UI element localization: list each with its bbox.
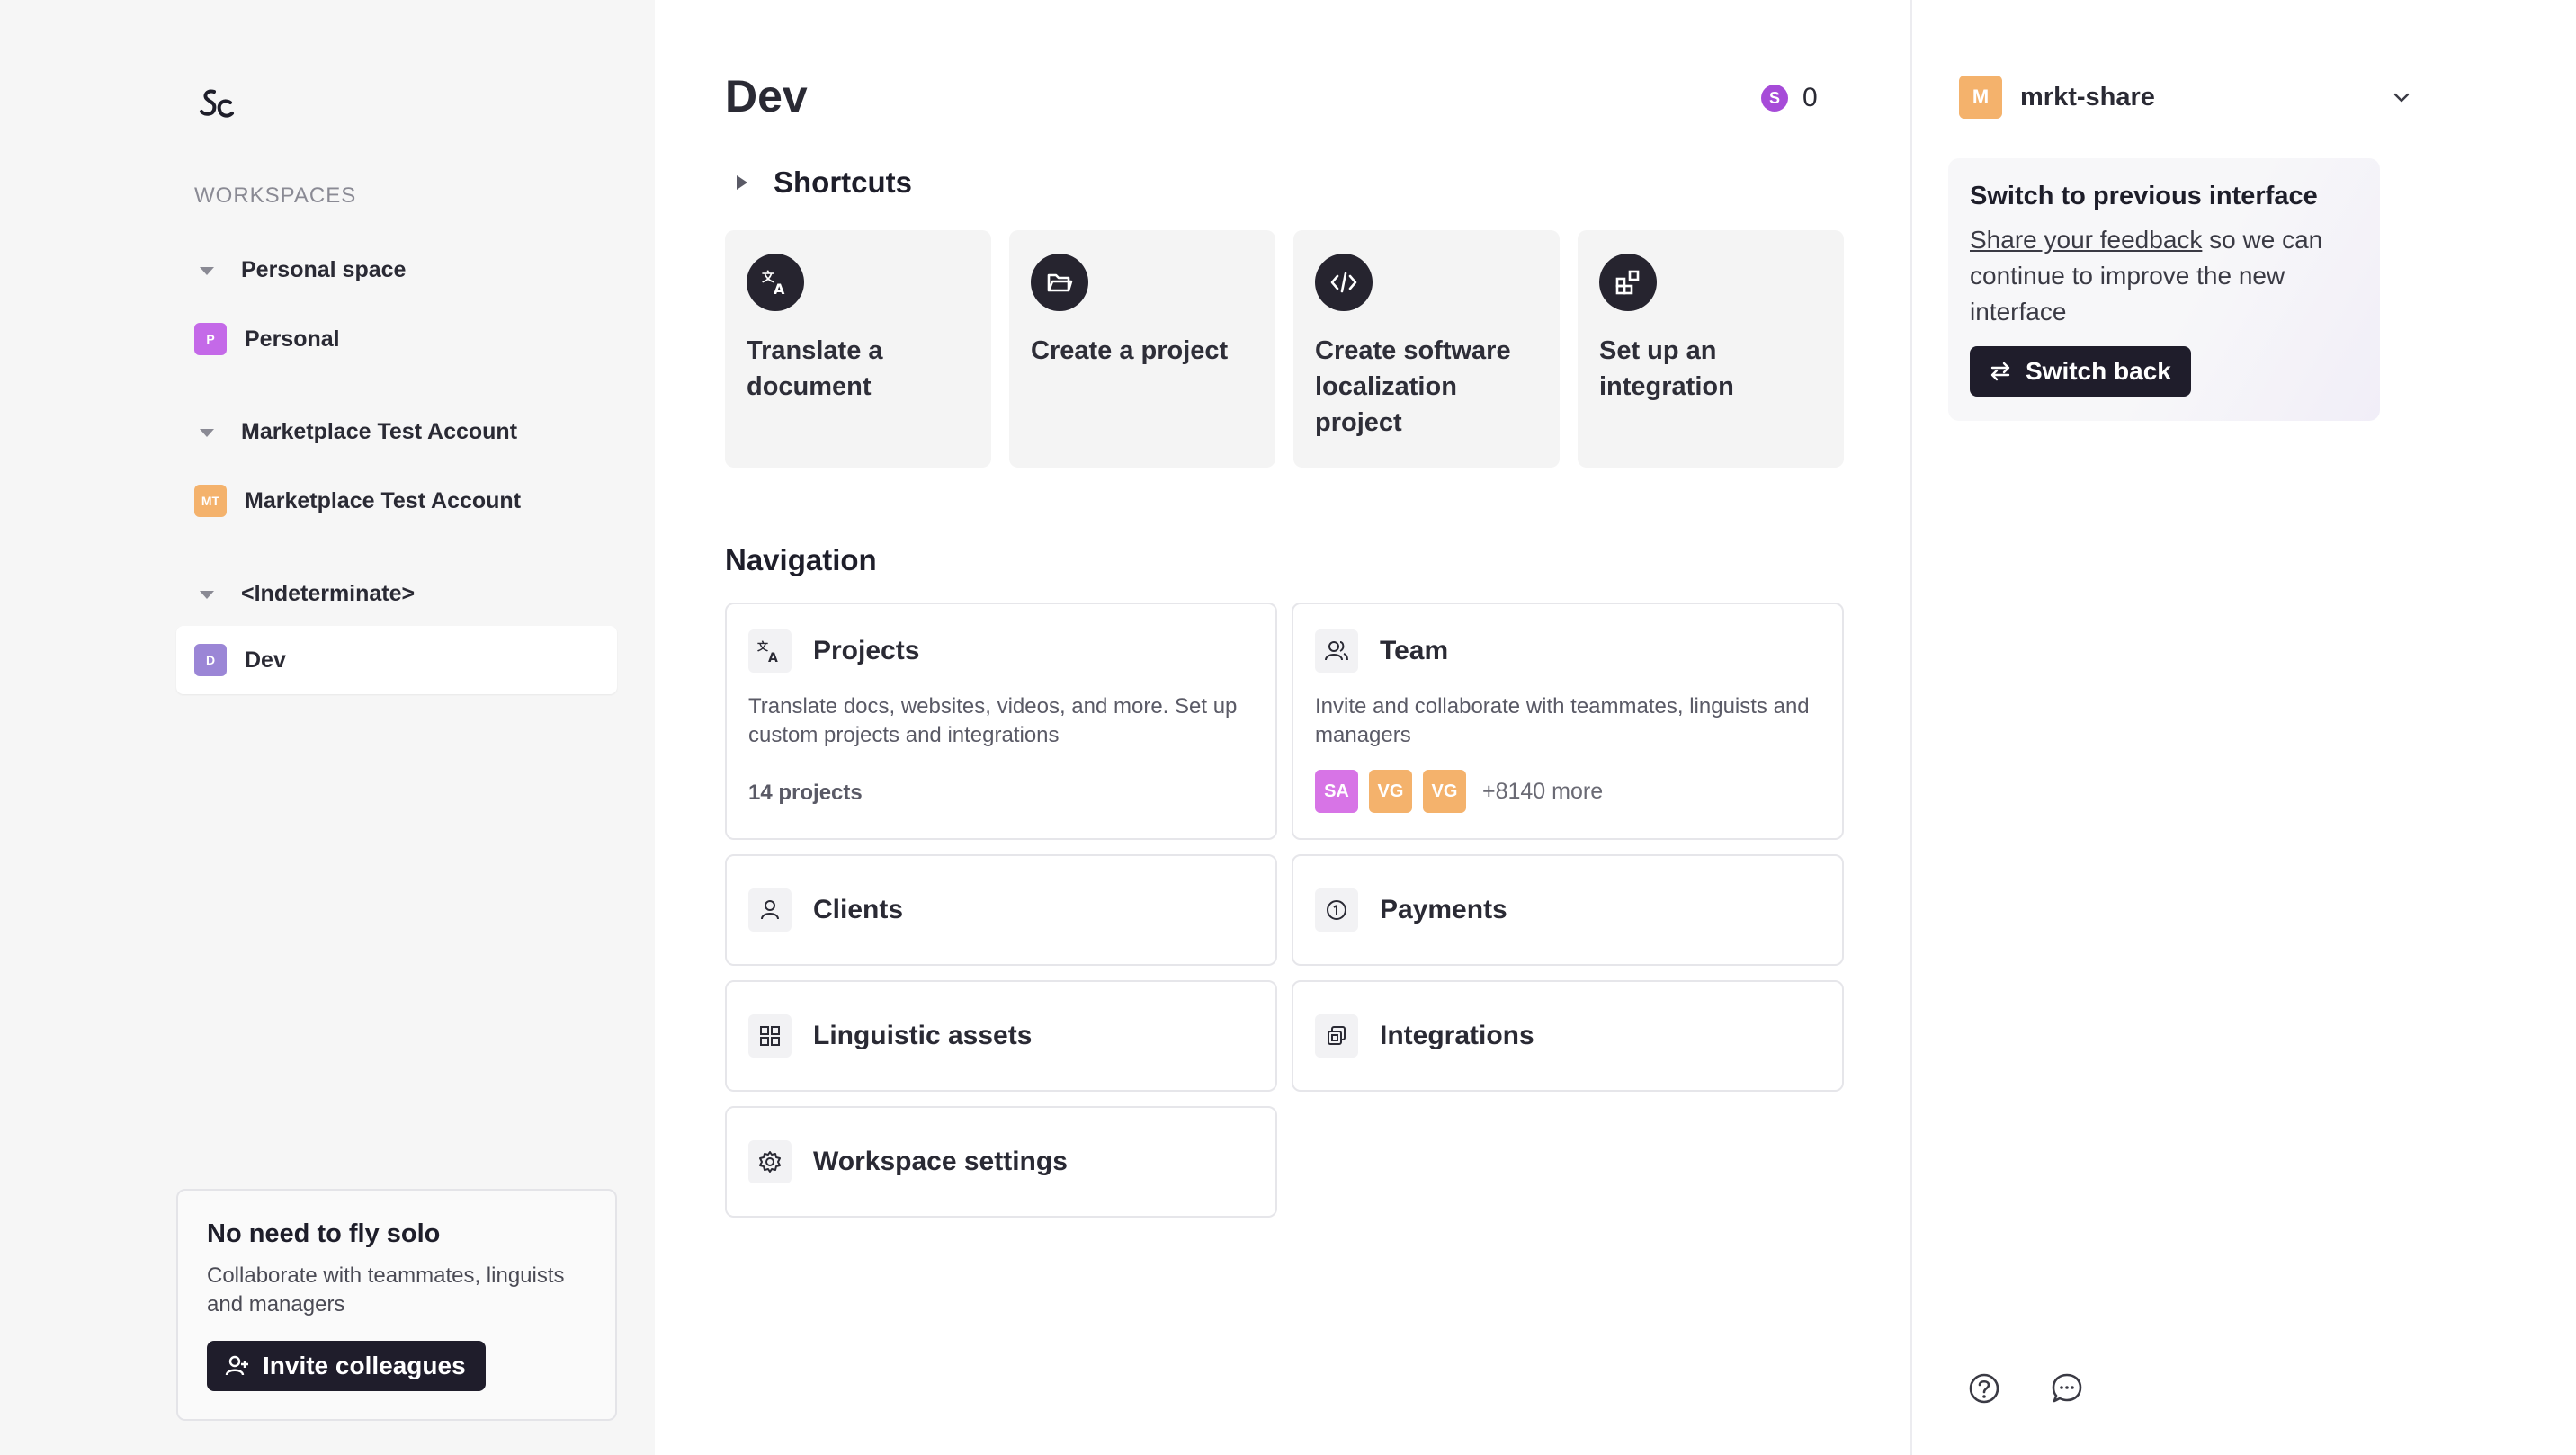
payment-icon [1315,888,1358,932]
card-title: Clients [813,895,904,924]
bottom-toolbar [1966,1370,2132,1406]
switch-title: Switch to previous interface [1970,182,2318,210]
switch-back-button[interactable]: Switch back [1970,346,2191,397]
avatar[interactable]: VG [1369,770,1412,813]
group-label: Personal space [241,257,407,282]
switch-text: Share your feedback so we can continue t… [1970,222,2358,330]
chevron-down-icon [2393,93,2410,103]
svg-text:A: A [774,281,785,298]
app-logo[interactable] [194,83,237,126]
page-title: Dev [725,71,808,121]
credits-icon: S [1761,85,1788,112]
shortcut-label: Set up an integration [1599,336,1734,401]
card-title: Payments [1380,895,1507,924]
workspace-item-marketplace[interactable]: MT Marketplace Test Account [176,467,617,535]
code-icon [1315,254,1373,311]
credits-counter[interactable]: S 0 [1761,83,1818,113]
group-label: Marketplace Test Account [241,419,518,444]
workspaces-heading: WORKSPACES [194,183,357,208]
grid-icon [748,1014,792,1058]
caret-down-icon [200,428,214,437]
switch-interface-card: Switch to previous interface Share your … [1948,158,2380,421]
integrations-icon [1315,1014,1358,1058]
main-content: Dev S 0 Shortcuts 文 A Translate a docume… [655,0,1910,1455]
card-title: Linguistic assets [813,1021,1033,1050]
user-icon [748,888,792,932]
right-panel: M mrkt-share Switch to previous interfac… [1910,0,2576,1455]
sidebar: WORKSPACES Personal space P Personal Mar… [0,0,655,1455]
projects-count: 14 projects [748,781,863,805]
swap-icon [1990,362,2010,381]
card-title: Workspace settings [813,1147,1068,1176]
navigation-heading: Navigation [725,543,877,576]
translate-icon: 文 A [748,629,792,673]
avatar[interactable]: VG [1423,770,1466,813]
workspace-label: Dev [245,647,286,673]
account-name: mrkt-share [2020,82,2155,112]
shortcut-create-software-localization[interactable]: Create software localization project [1293,230,1560,468]
feedback-link[interactable]: Share your feedback [1970,226,2202,254]
shortcuts-toggle[interactable]: Shortcuts [725,165,912,200]
workspace-badge: D [194,644,227,676]
avatar[interactable]: SA [1315,770,1358,813]
more-members-count: +8140 more [1482,778,1604,804]
shortcut-set-up-integration[interactable]: Set up an integration [1578,230,1844,468]
group-personal-space[interactable]: Personal space [194,257,406,283]
shortcut-label: Create a project [1031,336,1229,365]
invite-colleagues-label: Invite colleagues [263,1352,466,1379]
caret-down-icon [200,590,214,599]
promo-text: Collaborate with teammates, linguists an… [207,1263,565,1317]
card-description: Invite and collaborate with teammates, l… [1315,694,1810,747]
folder-open-icon [1031,254,1088,311]
shortcuts-heading: Shortcuts [774,165,913,199]
workspace-badge: P [194,323,227,355]
nav-card-integrations[interactable]: Integrations [1292,980,1844,1092]
chat-icon[interactable] [2049,1370,2085,1406]
account-badge: M [1959,76,2002,119]
svg-text:A: A [768,651,778,665]
group-label: <Indeterminate> [241,581,416,606]
card-title: Team [1380,636,1449,665]
nav-card-workspace-settings[interactable]: Workspace settings [725,1106,1277,1218]
nav-card-team[interactable]: Team Invite and collaborate with teammat… [1292,603,1844,840]
caret-down-icon [200,266,214,275]
workspace-label: Personal [245,326,340,352]
card-title: Integrations [1380,1021,1534,1050]
card-description: Translate docs, websites, videos, and mo… [748,694,1238,747]
promo-title: No need to fly solo [207,1219,441,1248]
gear-icon [748,1140,792,1183]
team-icon [1315,629,1358,673]
nav-card-linguistic-assets[interactable]: Linguistic assets [725,980,1277,1092]
nav-card-clients[interactable]: Clients [725,854,1277,966]
workspace-item-personal[interactable]: P Personal [176,305,617,373]
workspace-item-dev[interactable]: D Dev [176,626,617,694]
workspace-badge: MT [194,485,227,517]
workspace-label: Marketplace Test Account [245,487,522,513]
switch-back-label: Switch back [2026,357,2171,385]
add-user-icon [225,1355,248,1376]
invite-promo-card: No need to fly solo Collaborate with tea… [176,1189,617,1421]
invite-colleagues-button[interactable]: Invite colleagues [207,1341,486,1391]
shortcut-create-project[interactable]: Create a project [1009,230,1275,468]
group-indeterminate[interactable]: <Indeterminate> [194,581,415,607]
group-marketplace-test-account[interactable]: Marketplace Test Account [194,419,517,445]
help-icon[interactable] [1966,1370,2002,1406]
nav-card-projects[interactable]: 文 A Projects Translate docs, websites, v… [725,603,1277,840]
shortcut-label: Translate a document [747,336,883,401]
translate-icon: 文 A [747,254,804,311]
account-switcher[interactable]: M mrkt-share [1959,76,2410,119]
caret-right-icon [737,175,747,190]
team-avatars: SA VG VG +8140 more [1315,770,1603,813]
credits-value: 0 [1802,83,1818,112]
integration-icon [1599,254,1657,311]
shortcut-label: Create software localization project [1315,336,1511,437]
nav-card-payments[interactable]: Payments [1292,854,1844,966]
card-title: Projects [813,636,920,665]
shortcut-translate-document[interactable]: 文 A Translate a document [725,230,991,468]
